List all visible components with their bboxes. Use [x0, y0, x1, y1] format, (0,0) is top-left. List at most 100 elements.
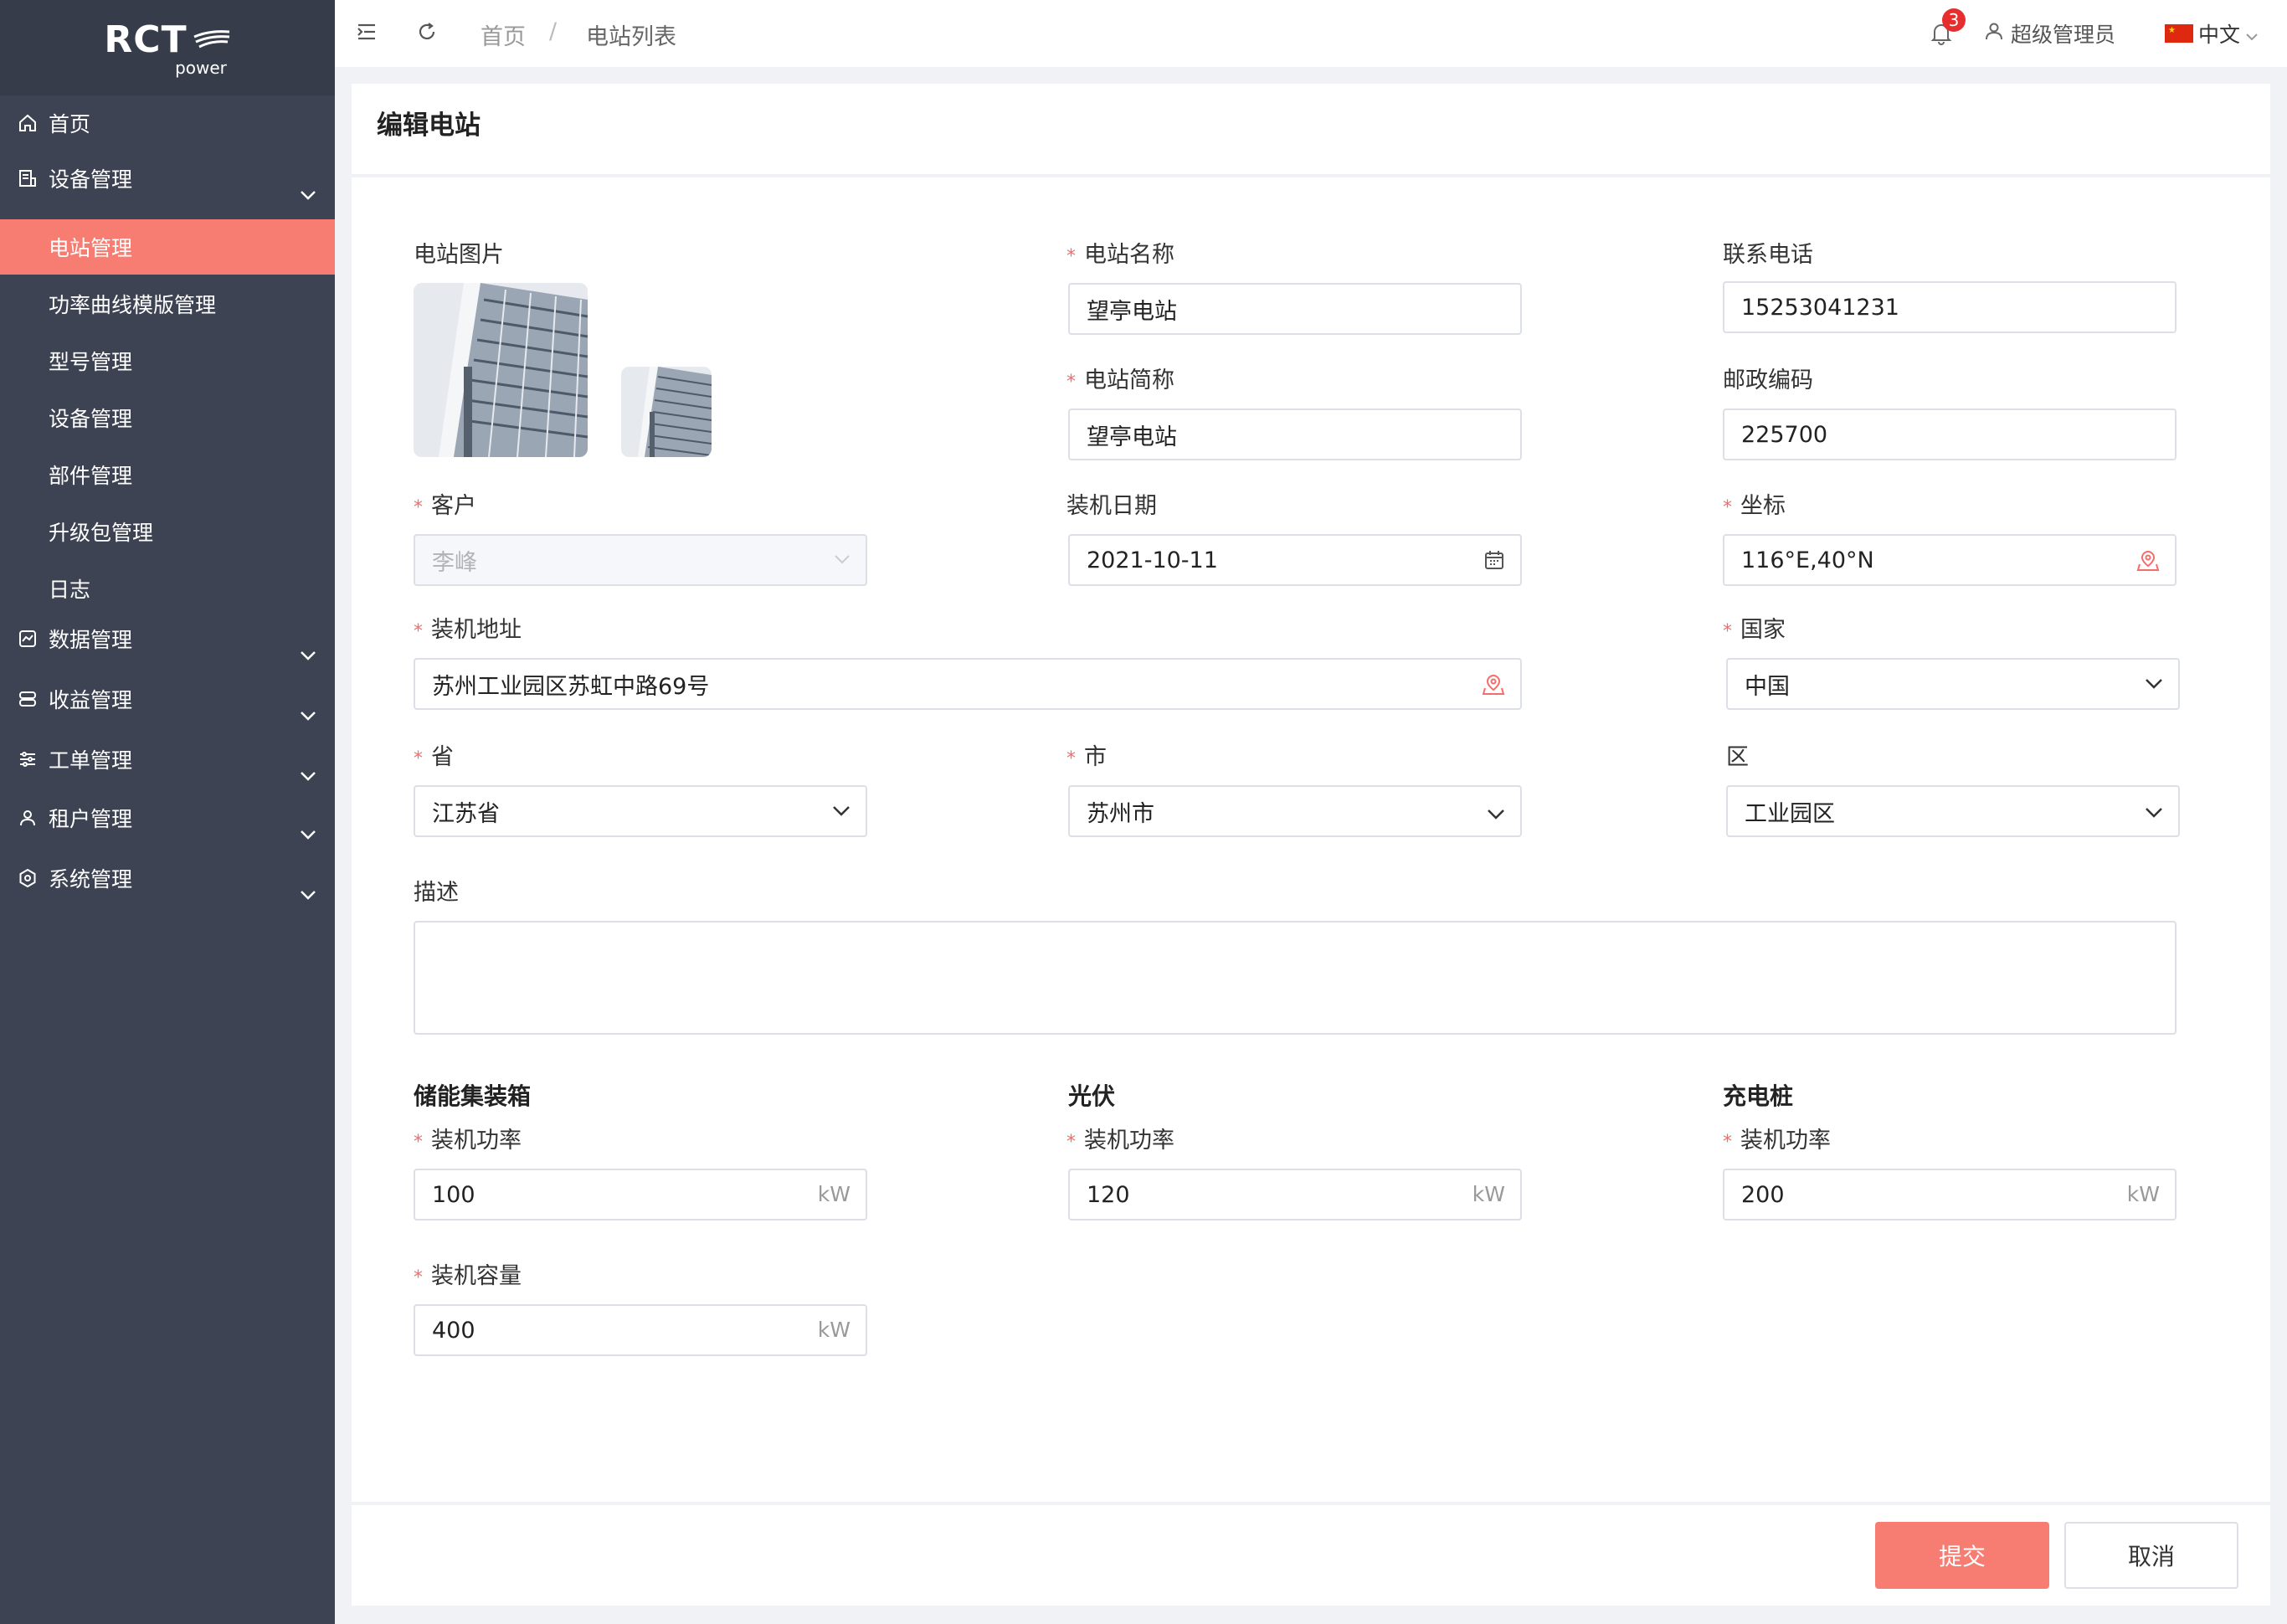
chevron-down-icon: [1487, 809, 1505, 820]
city-select[interactable]: 苏州市: [1068, 785, 1522, 837]
description-label: 描述: [414, 880, 459, 906]
coordinates-input[interactable]: 116°E,40°N: [1723, 534, 2177, 586]
chevron-down-icon: [2145, 678, 2163, 690]
charger-section-title: 充电桩: [1723, 1082, 1794, 1110]
calendar-icon[interactable]: [1483, 549, 1505, 571]
station-photo-thumb[interactable]: [621, 367, 712, 457]
sidebar-item-label: 首页: [49, 112, 91, 136]
unit-suffix: kW: [1472, 1182, 1505, 1206]
phone-label: 联系电话: [1723, 242, 1813, 268]
phone-input[interactable]: 15253041231: [1723, 281, 2177, 333]
form-footer: 提交 取消: [352, 1505, 2270, 1606]
chevron-down-icon: [2245, 22, 2259, 46]
sidebar-item-tenant[interactable]: 租户管理: [0, 790, 335, 845]
sidebar-item-device[interactable]: 设备管理: [0, 151, 335, 206]
logo[interactable]: RCT power: [0, 0, 335, 95]
page-title: 编辑电站: [377, 110, 481, 141]
breadcrumb-current: 电站列表: [586, 24, 676, 50]
province-label: * 省: [414, 744, 454, 770]
chevron-down-icon: [2145, 807, 2163, 819]
storage-power-input[interactable]: 100 kW: [414, 1169, 867, 1221]
sidebar-item-label: 系统管理: [49, 867, 133, 892]
sidebar-item-label: 工单管理: [49, 748, 133, 773]
charger-power-label: * 装机功率: [1723, 1128, 1831, 1154]
station-name-input[interactable]: 望亭电站: [1068, 283, 1522, 335]
district-label: 区: [1726, 744, 1749, 770]
city-label: * 市: [1066, 744, 1107, 770]
language-label: 中文: [2198, 23, 2241, 47]
sidebar-subitem-upgrade[interactable]: 升级包管理: [0, 504, 335, 559]
sidebar-subitem-label: 电站管理: [49, 236, 133, 260]
chevron-down-icon: [300, 641, 316, 666]
card-header: 编辑电站: [352, 84, 2270, 176]
map-pin-icon[interactable]: [2136, 549, 2160, 573]
building-thumb-image: [621, 367, 712, 457]
unit-suffix: kW: [817, 1318, 851, 1342]
user-menu[interactable]: 超级管理员: [1984, 18, 2115, 49]
sidebar-item-home[interactable]: 首页: [0, 95, 335, 151]
building-image: [414, 283, 588, 457]
device-icon: [15, 168, 40, 188]
pv-section-title: 光伏: [1068, 1082, 1116, 1110]
install-date-picker[interactable]: 2021-10-11: [1068, 534, 1522, 586]
sidebar-item-workorder[interactable]: 工单管理: [0, 732, 335, 787]
unit-suffix: kW: [817, 1182, 851, 1206]
home-icon: [15, 113, 40, 133]
submit-button[interactable]: 提交: [1875, 1522, 2049, 1589]
station-photo-main[interactable]: [414, 283, 588, 457]
sidebar-subitem-power-curve[interactable]: 功率曲线模版管理: [0, 276, 335, 331]
sidebar-subitem-device[interactable]: 设备管理: [0, 390, 335, 445]
refresh-icon[interactable]: [415, 20, 439, 47]
sidebar-item-data[interactable]: 数据管理: [0, 611, 335, 666]
user-name: 超级管理员: [2011, 23, 2116, 47]
sidebar-subitem-label: 升级包管理: [49, 521, 154, 545]
charger-power-input[interactable]: 200 kW: [1723, 1169, 2177, 1221]
country-select[interactable]: 中国: [1726, 658, 2180, 710]
customer-label: * 客户: [414, 493, 476, 519]
province-select[interactable]: 江苏省: [414, 785, 867, 837]
sidebar-item-label: 租户管理: [49, 807, 133, 831]
storage-capacity-label: * 装机容量: [414, 1263, 522, 1289]
unit-suffix: kW: [2126, 1182, 2160, 1206]
china-flag-icon: [2165, 24, 2193, 43]
chevron-down-icon: [300, 181, 316, 205]
cancel-button[interactable]: 取消: [2064, 1522, 2238, 1589]
breadcrumb-separator: /: [549, 18, 558, 44]
menu-fold-icon[interactable]: [355, 20, 378, 47]
sidebar-item-system[interactable]: 系统管理: [0, 851, 335, 906]
station-short-name-input[interactable]: 望亭电站: [1068, 409, 1522, 460]
sidebar-subitem-station[interactable]: 电站管理: [0, 219, 335, 275]
sidebar-subitem-label: 部件管理: [49, 464, 133, 488]
pv-power-input[interactable]: 120 kW: [1068, 1169, 1522, 1221]
description-textarea[interactable]: [414, 921, 2177, 1035]
chevron-down-icon: [300, 881, 316, 905]
sidebar-item-label: 数据管理: [49, 628, 133, 652]
data-icon: [15, 629, 40, 649]
workorder-icon: [15, 749, 40, 769]
district-select[interactable]: 工业园区: [1726, 785, 2180, 837]
chevron-down-icon: [300, 702, 316, 726]
sidebar-item-label: 设备管理: [49, 167, 133, 192]
chevron-down-icon: [300, 820, 316, 845]
sidebar-subitem-parts[interactable]: 部件管理: [0, 447, 335, 502]
sidebar-item-revenue[interactable]: 收益管理: [0, 671, 335, 727]
station-name-label: * 电站名称: [1066, 242, 1174, 268]
revenue-icon: [15, 689, 40, 709]
storage-section-title: 储能集装箱: [414, 1082, 532, 1110]
sidebar-subitem-log[interactable]: 日志: [0, 561, 335, 616]
language-switcher[interactable]: 中文: [2165, 18, 2259, 49]
storage-capacity-input[interactable]: 400 kW: [414, 1304, 867, 1356]
logo-wind-icon: [193, 30, 229, 49]
postal-code-input[interactable]: 225700: [1723, 409, 2177, 460]
install-date-label: 装机日期: [1066, 493, 1157, 519]
notification-badge: 3: [1942, 8, 1966, 32]
chevron-down-icon: [300, 762, 316, 786]
sidebar: RCT power 首页 设备管理 电站管理 功率曲线模版管理 型号管理 设备管…: [0, 0, 335, 1624]
map-pin-icon[interactable]: [1482, 673, 1505, 696]
settings-icon: [15, 868, 40, 888]
sidebar-subitem-model[interactable]: 型号管理: [0, 333, 335, 388]
sidebar-item-label: 收益管理: [49, 688, 133, 712]
storage-power-label: * 装机功率: [414, 1128, 522, 1154]
address-input[interactable]: 苏州工业园区苏虹中路69号: [414, 658, 1522, 710]
breadcrumb-home[interactable]: 首页: [481, 18, 526, 51]
